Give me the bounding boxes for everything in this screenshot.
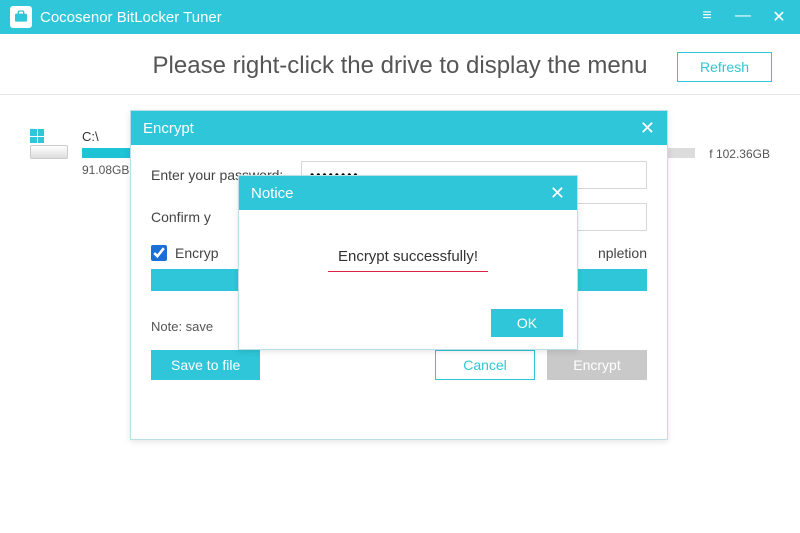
instruction-text: Please right-click the drive to display … — [153, 52, 648, 80]
drive-total-text: f 102.36GB — [709, 147, 770, 161]
app-logo — [10, 6, 32, 28]
minimize-icon[interactable]: ― — [732, 7, 754, 27]
close-icon[interactable]: ✕ — [768, 7, 790, 27]
encrypt-dialog-title-text: Encrypt — [143, 120, 194, 137]
notice-dialog-close-icon[interactable]: ✕ — [550, 183, 565, 204]
ok-button[interactable]: OK — [491, 309, 563, 337]
encrypt-button: Encrypt — [547, 350, 647, 380]
menu-icon[interactable]: ≡ — [696, 7, 718, 27]
encrypt-dialog-close-icon[interactable]: ✕ — [640, 118, 655, 139]
windows-icon — [30, 129, 44, 143]
refresh-button[interactable]: Refresh — [677, 52, 772, 82]
checkbox-label-right: npletion — [598, 245, 647, 261]
encrypt-dialog-title[interactable]: Encrypt ✕ — [131, 111, 667, 145]
app-title: Cocosenor BitLocker Tuner — [40, 9, 696, 26]
save-to-file-button[interactable]: Save to file — [151, 350, 260, 380]
checkbox-label-left: Encryp — [175, 245, 219, 261]
header: Please right-click the drive to display … — [0, 34, 800, 95]
notice-dialog-title[interactable]: Notice ✕ — [239, 176, 577, 210]
drive-icon — [30, 129, 68, 159]
notice-dialog: Notice ✕ Encrypt successfully! OK — [238, 175, 578, 350]
notice-underline — [328, 271, 488, 272]
cancel-button[interactable]: Cancel — [435, 350, 535, 380]
titlebar: Cocosenor BitLocker Tuner ≡ ― ✕ — [0, 0, 800, 34]
notice-dialog-title-text: Notice — [251, 185, 294, 202]
auto-unlock-checkbox[interactable] — [151, 245, 167, 261]
notice-message: Encrypt successfully! — [338, 248, 478, 265]
hdd-icon — [30, 145, 68, 159]
